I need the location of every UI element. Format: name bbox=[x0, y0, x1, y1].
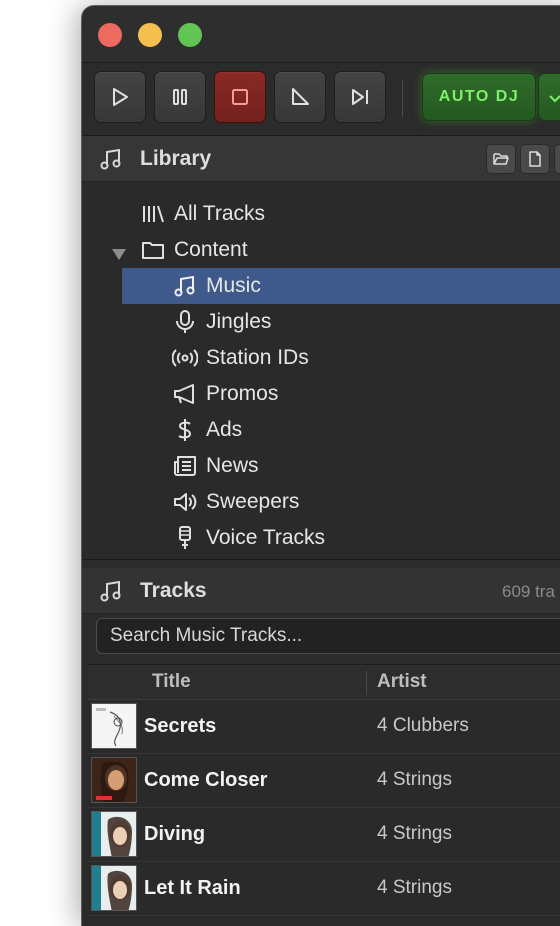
table-row[interactable]: Let It Rain 4 Strings bbox=[88, 862, 560, 916]
stop-button[interactable] bbox=[214, 71, 266, 123]
auto-dj-dropdown[interactable] bbox=[538, 73, 560, 121]
album-art bbox=[91, 757, 137, 803]
new-file-button[interactable] bbox=[520, 144, 550, 174]
tree-item-label: Sweepers bbox=[206, 490, 300, 513]
auto-dj-button[interactable]: AUTO DJ bbox=[422, 73, 536, 121]
library-header: Library bbox=[82, 136, 560, 182]
tree-item-station-ids[interactable]: Station IDs bbox=[82, 340, 560, 376]
album-art bbox=[91, 811, 137, 857]
more-header-button[interactable] bbox=[554, 144, 560, 174]
open-folder-button[interactable] bbox=[486, 144, 516, 174]
tree-item-content[interactable]: Content bbox=[82, 232, 560, 268]
music-note-icon bbox=[100, 148, 121, 170]
album-art bbox=[91, 703, 137, 749]
track-title: Come Closer bbox=[144, 769, 268, 791]
tree-item-label: News bbox=[206, 454, 259, 477]
track-artist: 4 Strings bbox=[377, 769, 452, 790]
music-note-icon bbox=[100, 580, 121, 602]
folder-open-icon bbox=[493, 153, 509, 165]
tree-item-promos[interactable]: Promos bbox=[82, 376, 560, 412]
tree-item-label: Promos bbox=[206, 382, 279, 405]
tree-item-jingles[interactable]: Jingles bbox=[82, 304, 560, 340]
table-row[interactable]: Come Closer 4 Strings bbox=[88, 754, 560, 808]
track-title: Secrets bbox=[144, 715, 217, 737]
library-title: Library bbox=[140, 147, 212, 170]
speaker-icon bbox=[174, 493, 197, 511]
folder-icon bbox=[142, 242, 164, 259]
pause-button[interactable] bbox=[154, 71, 206, 123]
tree-item-all-tracks[interactable]: All Tracks bbox=[82, 196, 560, 232]
microphone-icon bbox=[176, 310, 194, 333]
search-placeholder: Search Music Tracks... bbox=[110, 625, 303, 646]
skip-next-icon bbox=[352, 89, 368, 105]
music-note-icon bbox=[174, 275, 195, 297]
track-title: Diving bbox=[144, 823, 206, 845]
skip-next-button[interactable] bbox=[334, 71, 386, 123]
play-button[interactable] bbox=[94, 71, 146, 123]
tree-item-voice-tracks[interactable]: Voice Tracks bbox=[82, 520, 560, 556]
toolbar-separator bbox=[402, 79, 403, 117]
track-table-header: Title Artist bbox=[88, 664, 560, 700]
tracks-header: Tracks 609 tra bbox=[82, 568, 560, 614]
fade-icon bbox=[292, 88, 309, 105]
minimize-window-button[interactable] bbox=[138, 23, 162, 47]
tree-item-label: Station IDs bbox=[206, 346, 309, 369]
table-row[interactable]: Secrets 4 Clubbers bbox=[88, 700, 560, 754]
track-artist: 4 Clubbers bbox=[377, 715, 469, 736]
column-header-artist[interactable]: Artist bbox=[377, 671, 427, 693]
close-window-button[interactable] bbox=[98, 23, 122, 47]
library-icon bbox=[143, 205, 164, 223]
column-header-title[interactable]: Title bbox=[152, 671, 191, 693]
pause-icon bbox=[173, 89, 187, 105]
track-artist: 4 Strings bbox=[377, 877, 452, 898]
album-art bbox=[91, 865, 137, 911]
tree-item-sweepers[interactable]: Sweepers bbox=[82, 484, 560, 520]
tree-item-label: Music bbox=[206, 274, 261, 297]
title-bar bbox=[82, 6, 560, 62]
tree-item-news[interactable]: News bbox=[82, 448, 560, 484]
tree-item-ads[interactable]: Ads bbox=[82, 412, 560, 448]
track-artist: 4 Strings bbox=[377, 823, 452, 844]
stop-icon bbox=[232, 89, 248, 105]
dollar-icon bbox=[178, 419, 192, 441]
zoom-window-button[interactable] bbox=[178, 23, 202, 47]
tracks-title: Tracks bbox=[140, 579, 207, 602]
tree-item-label: Voice Tracks bbox=[206, 526, 326, 549]
app-window: AUTO DJ Library All Tracks Content Music… bbox=[82, 6, 560, 926]
search-input[interactable]: Search Music Tracks... bbox=[96, 618, 560, 654]
megaphone-icon bbox=[174, 384, 194, 404]
tree-item-label: Jingles bbox=[206, 310, 272, 333]
disclosure-triangle-icon[interactable] bbox=[110, 241, 128, 267]
toolbar: AUTO DJ bbox=[82, 62, 560, 136]
file-icon bbox=[529, 151, 541, 167]
tree-item-label: Content bbox=[174, 238, 248, 261]
play-icon bbox=[113, 88, 128, 106]
broadcast-icon bbox=[172, 349, 198, 367]
table-row[interactable]: Diving 4 Strings bbox=[88, 808, 560, 862]
voice-mic-icon bbox=[179, 526, 191, 549]
tree-item-label: Ads bbox=[206, 418, 243, 441]
track-count: 609 tra bbox=[502, 582, 555, 601]
column-divider[interactable] bbox=[366, 671, 367, 695]
fade-button[interactable] bbox=[274, 71, 326, 123]
track-title: Let It Rain bbox=[144, 877, 241, 899]
newspaper-icon bbox=[174, 456, 196, 476]
tree-item-label: All Tracks bbox=[174, 202, 266, 225]
library-tree: All Tracks Content Music Jingles Station… bbox=[82, 182, 560, 560]
chevron-down-icon bbox=[549, 95, 560, 103]
tree-item-music[interactable]: Music bbox=[122, 268, 560, 304]
